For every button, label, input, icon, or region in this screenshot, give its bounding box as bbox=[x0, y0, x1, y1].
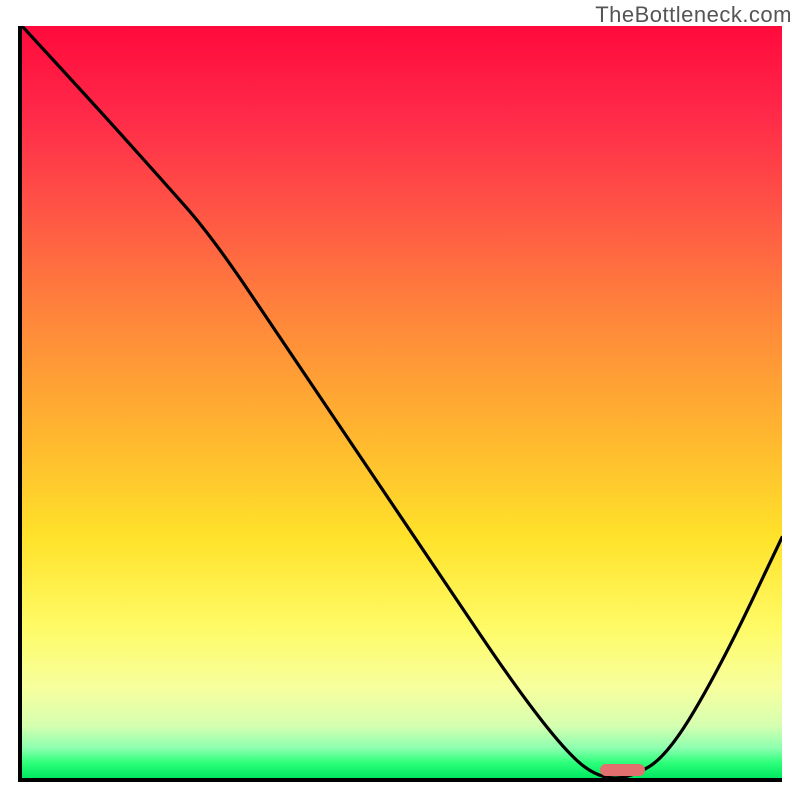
curve-path bbox=[22, 26, 782, 778]
watermark-text: TheBottleneck.com bbox=[595, 2, 792, 28]
chart-container: TheBottleneck.com bbox=[0, 0, 800, 800]
plot-area bbox=[18, 26, 782, 782]
optimum-marker bbox=[600, 764, 646, 776]
bottleneck-curve bbox=[22, 26, 782, 778]
